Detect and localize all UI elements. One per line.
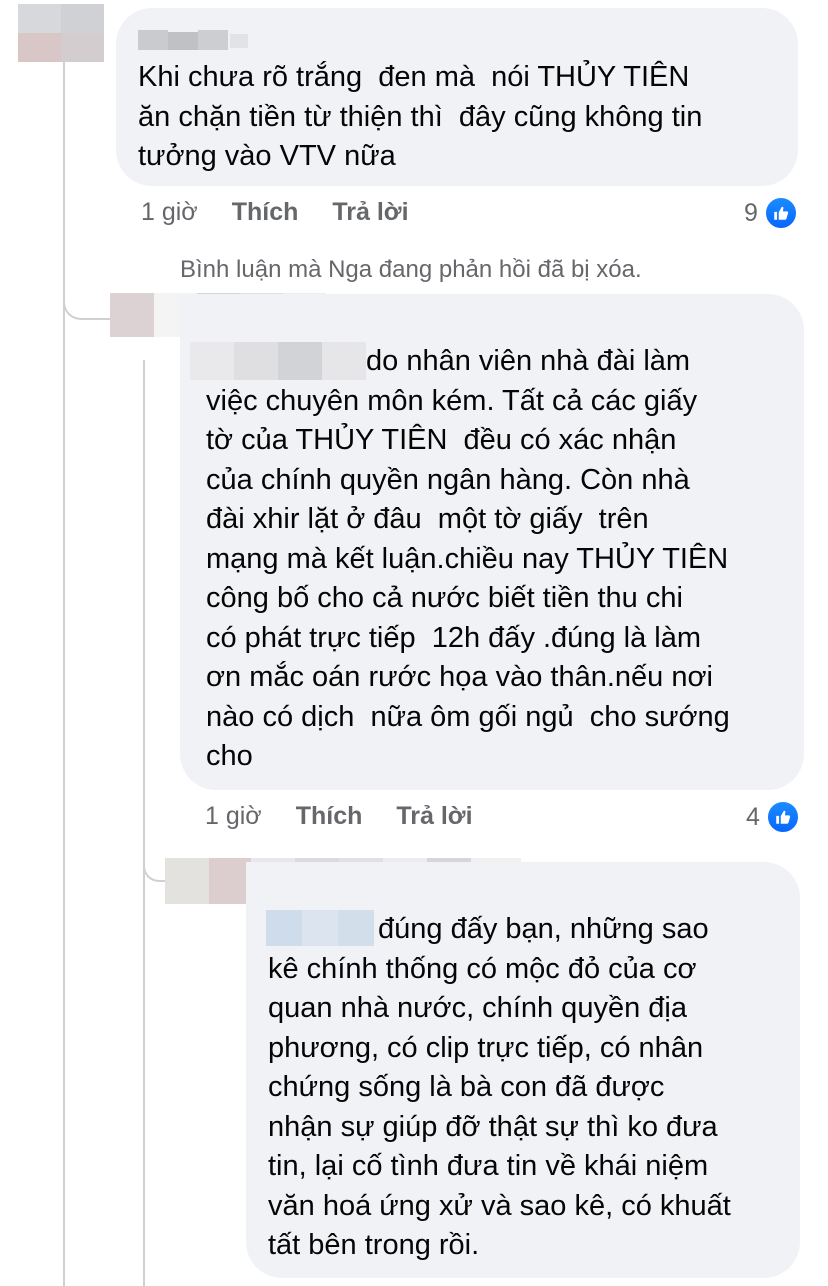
- like-button[interactable]: Thích: [232, 198, 299, 227]
- avatar[interactable]: [18, 4, 104, 62]
- like-thumb-icon: [763, 196, 798, 230]
- comment-text: Khi chưa rõ trắng đen mà nói THỦY TIÊN ă…: [138, 61, 703, 172]
- comment-bubble: đúng đấy bạn, những sao kê chính thống c…: [246, 862, 800, 1278]
- reply-button[interactable]: Trả lời: [332, 198, 408, 227]
- like-button[interactable]: Thích: [296, 802, 363, 831]
- comment-time[interactable]: 1 giờ: [205, 802, 262, 831]
- thread-line: [63, 62, 65, 1286]
- reaction-number: 9: [744, 198, 758, 227]
- comment-actions: 1 giờ Thích Trả lời: [141, 198, 409, 227]
- reply-button[interactable]: Trả lời: [396, 802, 472, 831]
- thread-line: [143, 360, 145, 1286]
- comment-time[interactable]: 1 giờ: [141, 198, 198, 227]
- reaction-count[interactable]: 4: [746, 800, 800, 834]
- thread-connector: [63, 270, 111, 320]
- thread-connector: [143, 840, 167, 882]
- comment-text: đúng đấy bạn, những sao kê chính thống c…: [268, 913, 731, 1261]
- commenter-name-blurred[interactable]: [138, 30, 248, 50]
- like-thumb-icon: [765, 800, 800, 834]
- comment-actions: 1 giờ Thích Trả lời: [205, 802, 473, 831]
- deleted-comment-notice: Bình luận mà Nga đang phản hồi đã bị xóa…: [180, 256, 642, 283]
- avatar[interactable]: [110, 293, 154, 337]
- comment-text: do nhân viên nhà đài làm việc chuyên môn…: [206, 345, 730, 772]
- comment-bubble: Khi chưa rõ trắng đen mà nói THỦY TIÊN ă…: [116, 8, 798, 186]
- comment-bubble: do nhân viên nhà đài làm việc chuyên môn…: [180, 294, 804, 790]
- reaction-number: 4: [746, 802, 760, 831]
- reaction-count[interactable]: 9: [744, 196, 798, 230]
